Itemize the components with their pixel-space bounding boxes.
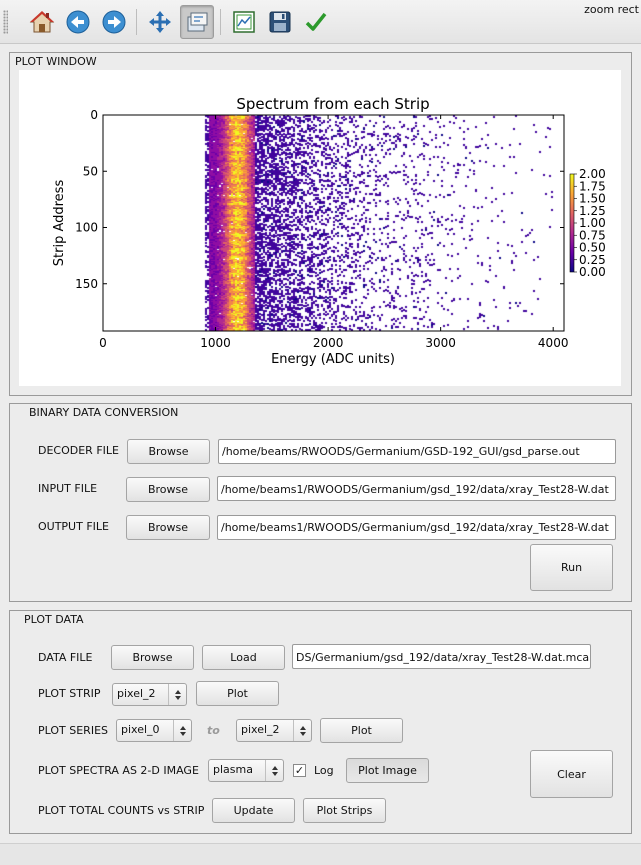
- update-button[interactable]: Update: [212, 798, 295, 823]
- series-to-label: to: [207, 724, 220, 737]
- colormap-value: plasma: [213, 763, 253, 776]
- series-from-select[interactable]: pixel_0: [116, 719, 192, 742]
- decoder-file-label: DECODER FILE: [38, 444, 119, 457]
- output-browse-button[interactable]: Browse: [126, 515, 210, 540]
- input-path-field[interactable]: /home/beams1/RWOODS/Germanium/gsd_192/da…: [217, 476, 616, 501]
- input-file-label: INPUT FILE: [38, 482, 98, 495]
- clear-button[interactable]: Clear: [530, 750, 613, 798]
- forward-button[interactable]: [97, 5, 131, 39]
- back-button[interactable]: [61, 5, 95, 39]
- save-button[interactable]: [263, 5, 297, 39]
- data-file-label: DATA FILE: [38, 651, 93, 664]
- updown-arrows-icon: [168, 684, 186, 705]
- plot-window-title: PLOT WINDOW: [15, 55, 97, 68]
- plot-image-button[interactable]: Plot Image: [346, 758, 429, 783]
- subplots-config-icon: [233, 11, 255, 33]
- spectra-image-label: PLOT SPECTRA AS 2-D IMAGE: [38, 764, 199, 777]
- toolbar-grip[interactable]: [3, 10, 8, 34]
- x-tick-label: 1000: [200, 336, 231, 350]
- y-axis-label: Strip Address: [52, 180, 67, 267]
- chart-title: Spectrum from each Strip: [236, 95, 429, 113]
- status-bar: [0, 843, 641, 865]
- decoder-browse-button[interactable]: Browse: [127, 439, 210, 464]
- arrow-left-icon: [66, 10, 90, 34]
- y-tick-label: 0: [90, 108, 98, 122]
- plot-strip-label: PLOT STRIP: [38, 687, 101, 700]
- data-browse-button[interactable]: Browse: [111, 645, 194, 670]
- total-counts-label: PLOT TOTAL COUNTS vs STRIP: [38, 804, 205, 817]
- colorbar-tick-label: 0.00: [579, 265, 606, 279]
- heatmap-image: [103, 115, 564, 331]
- binary-conversion-title: BINARY DATA CONVERSION: [29, 406, 179, 419]
- save-disk-icon: [269, 11, 291, 33]
- plot-strip-button[interactable]: Plot: [196, 681, 279, 706]
- load-button[interactable]: Load: [202, 645, 285, 670]
- log-checkbox[interactable]: ✓: [293, 764, 306, 777]
- zoom-rect-button[interactable]: [180, 5, 214, 39]
- arrow-right-icon: [102, 10, 126, 34]
- plot-series-button[interactable]: Plot: [320, 718, 403, 743]
- toolbar-status-message: zoom rect: [584, 3, 639, 16]
- series-from-value: pixel_0: [121, 723, 160, 736]
- log-label: Log: [314, 764, 334, 777]
- x-tick-label: 2000: [313, 336, 344, 350]
- x-tick-label: 3000: [425, 336, 456, 350]
- navigation-toolbar: zoom rect: [0, 0, 641, 44]
- y-tick-label: 50: [83, 164, 98, 178]
- run-button[interactable]: Run: [530, 544, 613, 591]
- apply-button[interactable]: [299, 5, 333, 39]
- output-path-field[interactable]: /home/beams1/RWOODS/Germanium/gsd_192/da…: [217, 515, 616, 540]
- checkmark-icon: [305, 12, 327, 31]
- x-tick-label: 0: [99, 336, 107, 350]
- home-icon: [29, 11, 55, 33]
- updown-arrows-icon: [265, 760, 283, 781]
- output-file-label: OUTPUT FILE: [38, 520, 109, 533]
- heatmap-cells: [103, 115, 564, 331]
- subplots-button[interactable]: [227, 5, 261, 39]
- zoom-rect-icon: [187, 12, 208, 32]
- series-to-value: pixel_2: [241, 723, 280, 736]
- x-axis-label: Energy (ADC units): [271, 352, 395, 367]
- updown-arrows-icon: [173, 720, 191, 741]
- data-path-field[interactable]: DS/Germanium/gsd_192/data/xray_Test28-W.…: [292, 644, 591, 669]
- input-browse-button[interactable]: Browse: [126, 477, 210, 502]
- plot-strips-button[interactable]: Plot Strips: [303, 798, 386, 823]
- colormap-select[interactable]: plasma: [208, 759, 284, 782]
- strip-select[interactable]: pixel_2: [112, 683, 187, 706]
- series-to-select[interactable]: pixel_2: [236, 719, 312, 742]
- home-button[interactable]: [25, 5, 59, 39]
- colorbar: [569, 173, 575, 273]
- plot-data-title: PLOT DATA: [24, 613, 84, 626]
- plot-canvas[interactable]: Spectrum from each Strip 0 1000 2000 3000 40…: [19, 70, 621, 386]
- x-tick-label: 4000: [538, 336, 569, 350]
- pan-move-icon: [149, 11, 171, 33]
- plot-series-label: PLOT SERIES: [38, 724, 108, 737]
- y-tick-label: 100: [75, 221, 98, 235]
- updown-arrows-icon: [293, 720, 311, 741]
- y-tick-label: 150: [75, 277, 98, 291]
- spectrum-heatmap-chart: Spectrum from each Strip 0 1000 2000 3000 40…: [52, 95, 606, 367]
- colorbar-ticks: 2.001.751.501.251.000.750.500.250.00: [574, 167, 606, 279]
- strip-select-value: pixel_2: [117, 687, 156, 700]
- pan-button[interactable]: [143, 5, 177, 39]
- decoder-path-field[interactable]: /home/beams/RWOODS/Germanium/GSD-192_GUI…: [218, 439, 616, 464]
